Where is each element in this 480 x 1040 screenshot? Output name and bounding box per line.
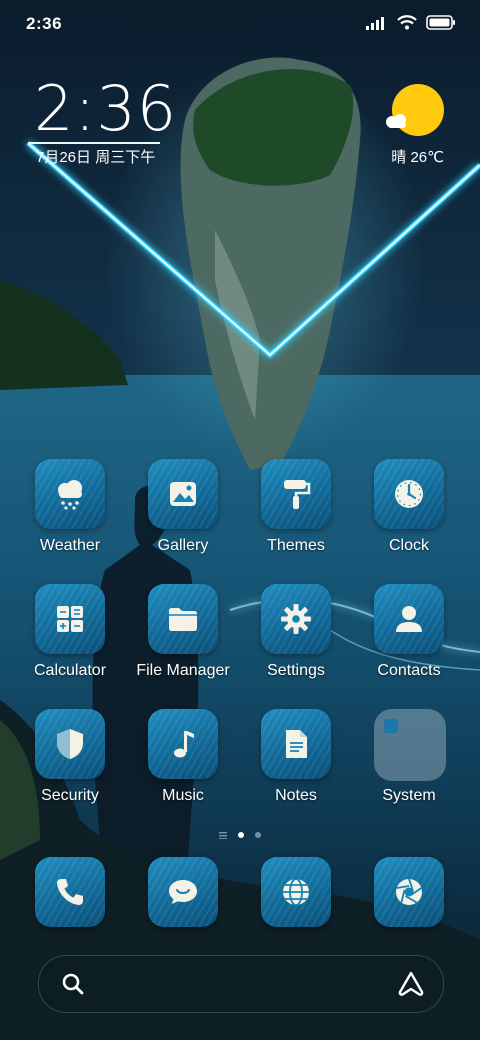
note-icon — [286, 730, 307, 758]
shield-icon — [57, 729, 83, 759]
folder-group-icon — [374, 709, 446, 781]
search-icon — [62, 973, 84, 995]
app-clock[interactable]: Clock — [352, 459, 466, 569]
battery-icon — [426, 15, 455, 30]
music-note-icon — [174, 731, 194, 758]
cloud-rain-icon — [58, 480, 82, 510]
folder-icon — [169, 608, 197, 631]
app-label: System — [382, 787, 436, 804]
app-notes[interactable]: Notes — [239, 709, 353, 819]
status-bar: 2:36 — [0, 0, 480, 50]
status-time: 2:36 — [26, 14, 63, 33]
dock-browser[interactable] — [239, 857, 353, 931]
sunny-cloud-icon — [386, 84, 444, 136]
image-icon — [170, 482, 196, 506]
app-contacts[interactable]: Contacts — [352, 584, 466, 694]
phone-icon — [57, 879, 83, 905]
status-icons — [366, 15, 456, 30]
paint-roller-icon — [284, 480, 311, 509]
page-dot-active — [238, 832, 244, 838]
wifi-icon — [397, 15, 417, 30]
clock-time: 2:36 — [34, 72, 178, 145]
camera-shutter-icon — [396, 878, 422, 905]
app-folder-system[interactable]: System — [352, 709, 466, 819]
dock-messages[interactable] — [126, 857, 240, 931]
app-gallery[interactable]: Gallery — [126, 459, 240, 569]
page-indicator[interactable] — [0, 829, 480, 841]
app-music[interactable]: Music — [126, 709, 240, 819]
clock-icon — [395, 480, 423, 508]
gear-icon — [281, 604, 311, 634]
search-bar[interactable] — [38, 955, 444, 1013]
clock-date: 7月26日 周三下午 — [36, 149, 156, 166]
app-themes[interactable]: Themes — [239, 459, 353, 569]
cloud-icon — [386, 114, 406, 128]
calculator-icon — [57, 606, 83, 632]
signal-icon — [366, 16, 384, 30]
message-icon — [169, 880, 197, 904]
weather-text: 晴 26℃ — [391, 149, 444, 166]
app-label: Clock — [388, 537, 429, 554]
app-weather[interactable]: Weather — [13, 459, 127, 569]
assistant-icon[interactable] — [397, 970, 425, 998]
globe-icon — [283, 878, 309, 906]
dock-camera[interactable] — [352, 857, 466, 931]
page-indicator-list-icon — [219, 831, 227, 839]
dock-phone[interactable] — [13, 857, 127, 931]
folder-mini-app-icon — [384, 719, 398, 733]
app-security[interactable]: Security — [13, 709, 127, 819]
app-settings[interactable]: Settings — [239, 584, 353, 694]
app-calculator[interactable]: Calculator — [13, 584, 127, 694]
page-dot — [255, 832, 261, 838]
app-file-manager[interactable]: File Manager — [126, 584, 240, 694]
app-label: Contacts — [377, 662, 441, 679]
person-icon — [396, 606, 422, 632]
